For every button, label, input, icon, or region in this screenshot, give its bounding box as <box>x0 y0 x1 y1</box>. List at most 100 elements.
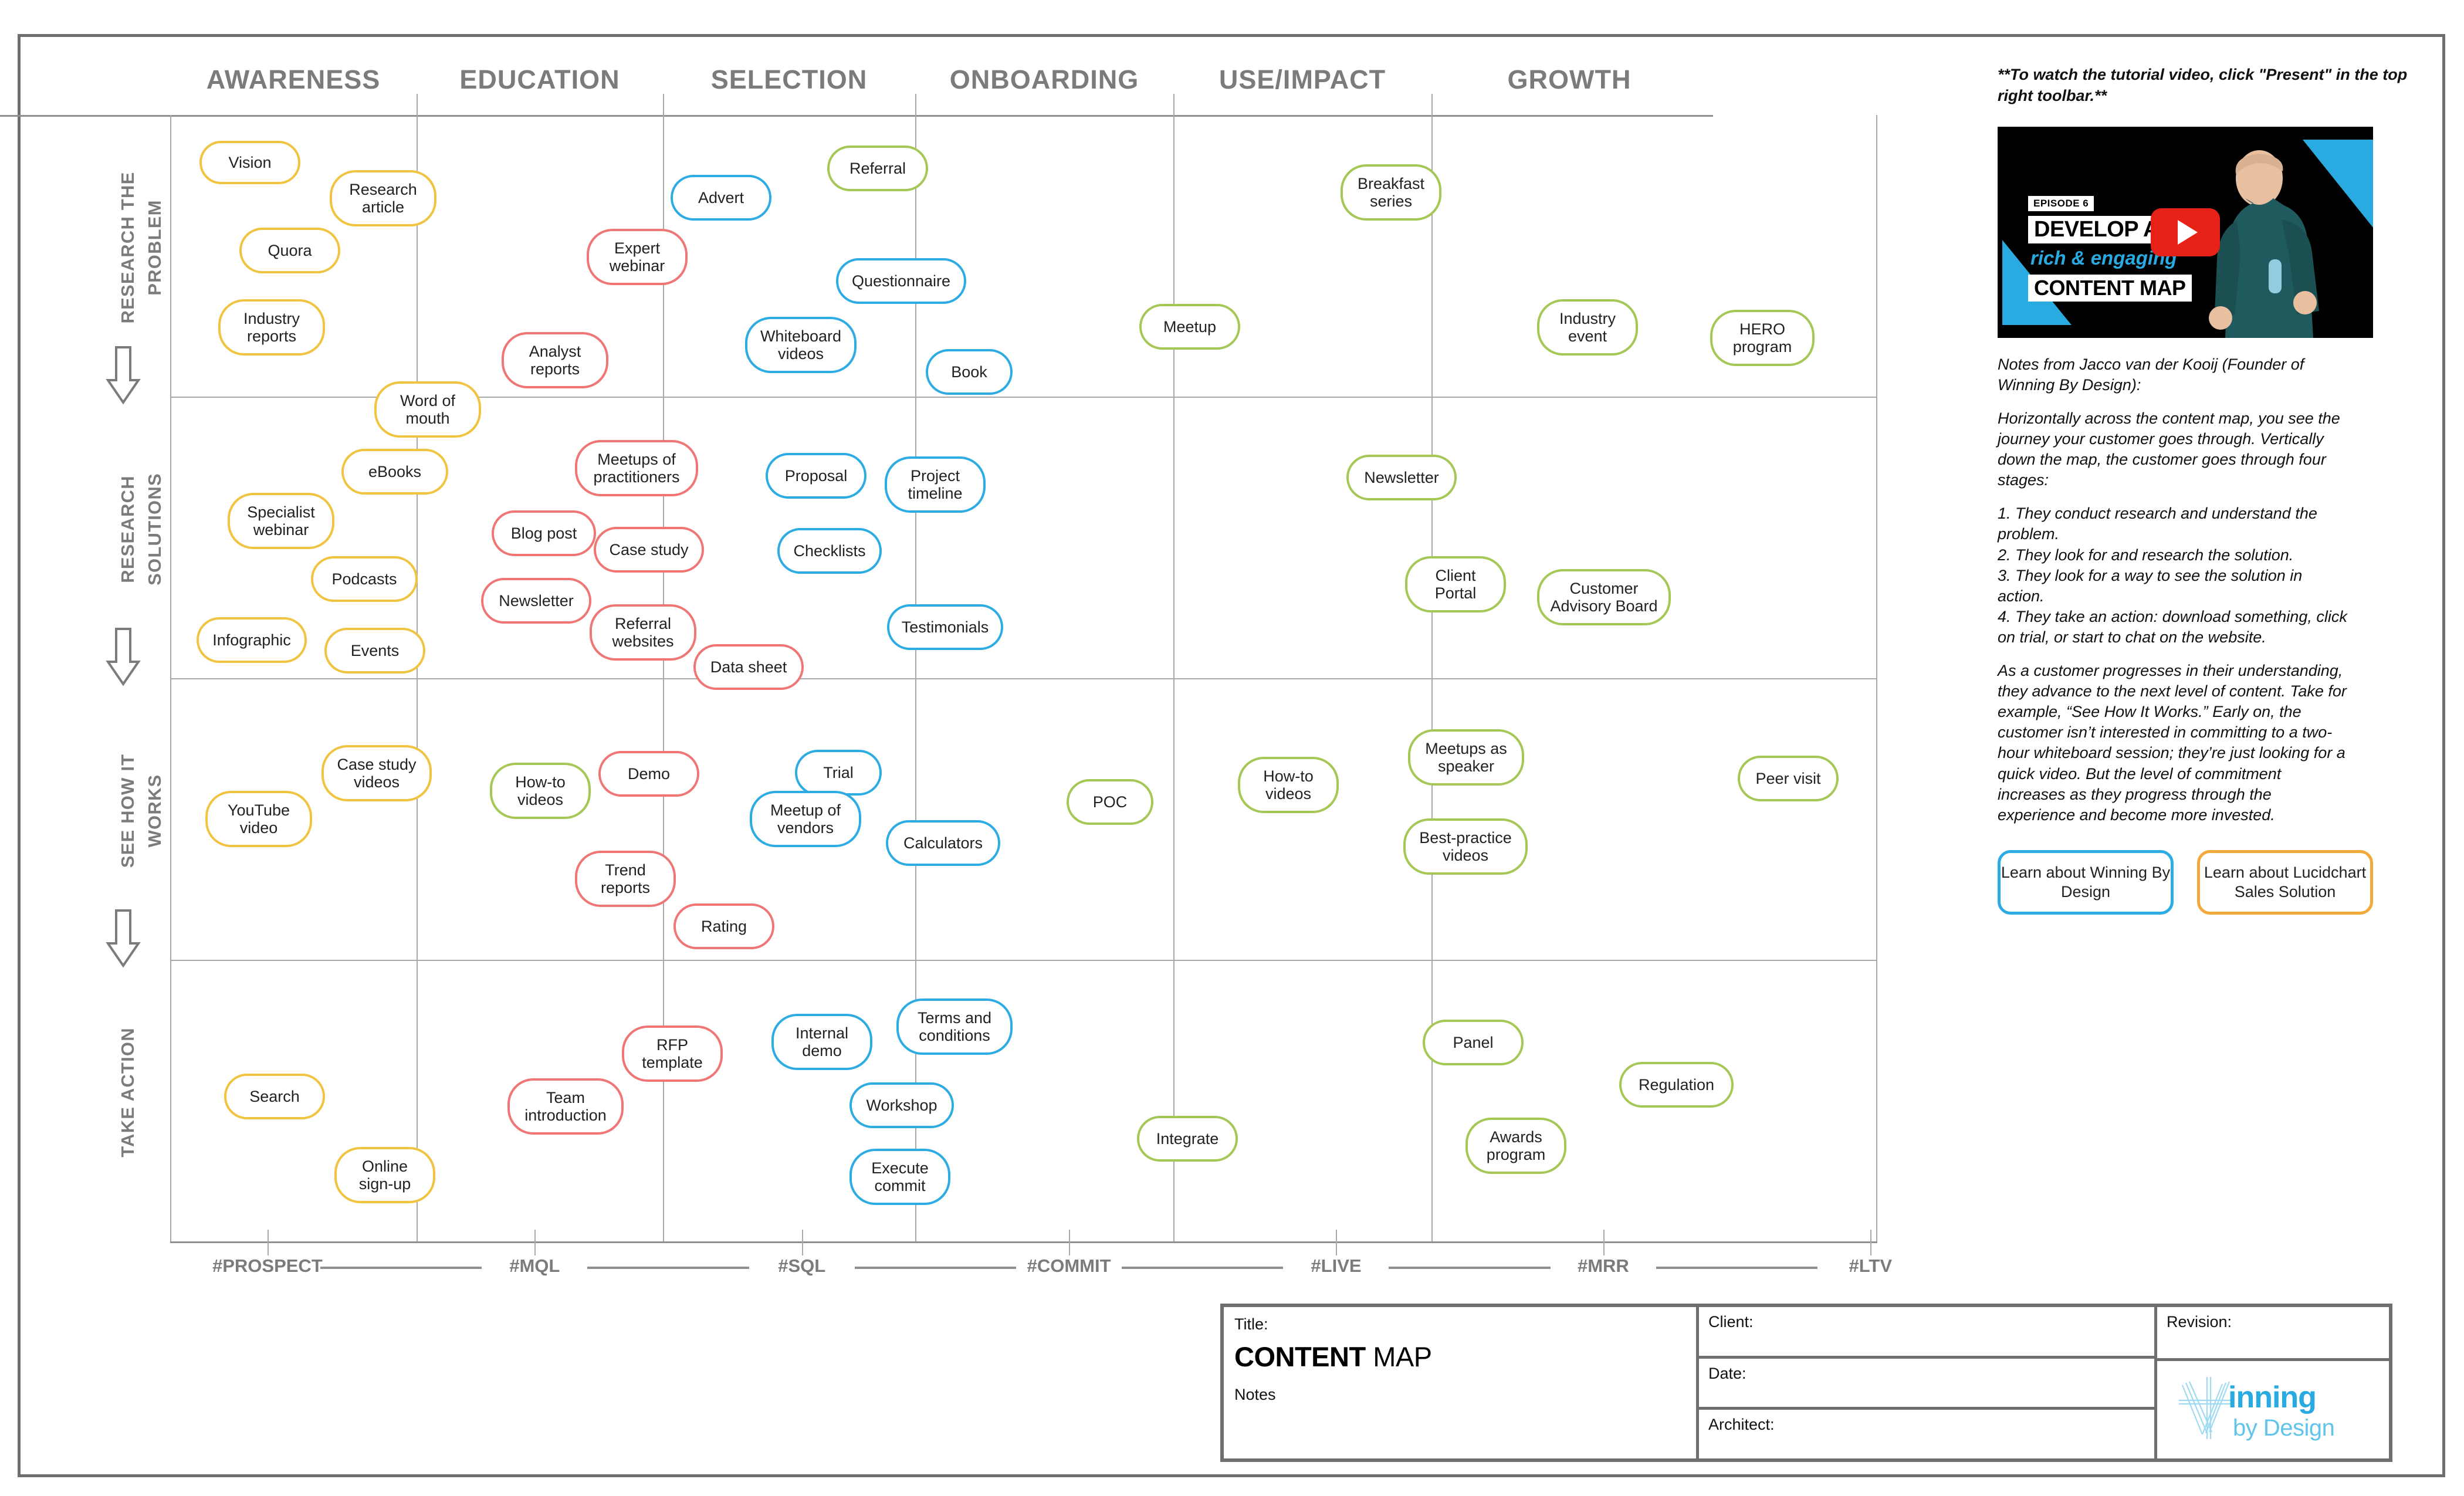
content-pill-checklists[interactable]: Checklists <box>777 528 882 574</box>
content-pill-events[interactable]: Events <box>324 628 425 673</box>
content-pill-industry-reports[interactable]: Industry reports <box>218 299 325 356</box>
content-pill-project-timeline[interactable]: Project timeline <box>885 456 986 513</box>
notes-paragraph: 3. They look for a way to see the soluti… <box>1998 566 2303 605</box>
notes-paragraph: 1. They conduct research and understand … <box>1998 505 2317 543</box>
content-grid <box>170 94 1877 1243</box>
content-pill-podcasts[interactable]: Podcasts <box>311 556 418 602</box>
row-label-research: RESEARCH <box>117 475 138 583</box>
sidebar-button-learn-about-winning-by-design[interactable]: Learn about Winning By Design <box>1998 849 2174 915</box>
content-pill-demo[interactable]: Demo <box>598 751 699 797</box>
content-pill-advert[interactable]: Advert <box>671 175 771 221</box>
column-header-use-impact: USE/IMPACT <box>1219 65 1386 94</box>
client-label: Client: <box>1708 1313 1754 1331</box>
content-pill-whiteboard-videos[interactable]: Whiteboard videos <box>745 317 857 373</box>
content-pill-meetups-of-practitioners[interactable]: Meetups of practitioners <box>575 440 698 496</box>
content-pill-best-practice-videos[interactable]: Best-practice videos <box>1403 818 1528 875</box>
content-pill-case-study-videos[interactable]: Case study videos <box>321 745 432 801</box>
architect-field[interactable]: Architect: <box>1699 1410 2154 1458</box>
content-pill-book[interactable]: Book <box>926 349 1013 395</box>
title-block-middle-column: Client: Date: Architect: <box>1699 1307 2154 1458</box>
content-pill-newsletter[interactable]: Newsletter <box>1346 455 1457 500</box>
content-pill-referral-websites[interactable]: Referral websites <box>590 604 696 661</box>
content-pill-blog-post[interactable]: Blog post <box>492 510 596 556</box>
stage-progression-arrow <box>106 346 141 405</box>
axis-segment <box>587 1267 749 1269</box>
content-pill-specialist-webinar[interactable]: Specialist webinar <box>228 493 334 549</box>
client-field[interactable]: Client: <box>1699 1307 2154 1359</box>
axis-tick <box>1336 1230 1338 1255</box>
content-pill-execute-commit[interactable]: Execute commit <box>849 1149 950 1205</box>
content-pill-word-of-mouth[interactable]: Word of mouth <box>374 381 481 438</box>
content-pill-workshop[interactable]: Workshop <box>849 1082 954 1128</box>
content-pill-rfp-template[interactable]: RFP template <box>622 1025 723 1082</box>
content-pill-data-sheet[interactable]: Data sheet <box>693 644 804 690</box>
content-pill-youtube-video[interactable]: YouTube video <box>205 791 312 847</box>
content-pill-internal-demo[interactable]: Internal demo <box>771 1014 872 1070</box>
content-pill-rating[interactable]: Rating <box>673 903 774 949</box>
content-pill-questionnaire[interactable]: Questionnaire <box>836 258 966 304</box>
content-pill-quora[interactable]: Quora <box>239 228 340 273</box>
svg-text:inning: inning <box>2228 1380 2316 1414</box>
axis-segment <box>320 1267 482 1269</box>
row-label-research-the: RESEARCH THE <box>117 171 138 324</box>
sidebar: **To watch the tutorial video, click "Pr… <box>1998 65 2408 915</box>
content-pill-trial[interactable]: Trial <box>795 750 882 796</box>
axis-label-ltv: #LTV <box>1849 1255 1893 1276</box>
content-pill-meetup[interactable]: Meetup <box>1139 304 1240 350</box>
document-title: CONTENT MAP <box>1234 1341 1685 1373</box>
content-pill-integrate[interactable]: Integrate <box>1137 1116 1238 1162</box>
content-pill-breakfast-series[interactable]: Breakfast series <box>1341 164 1441 221</box>
axis-tick <box>1870 1230 1872 1255</box>
document-title-light: MAP <box>1365 1341 1432 1372</box>
content-pill-how-to-videos[interactable]: How-to videos <box>490 763 591 819</box>
sidebar-button-learn-about-lucidchart-sales-solution[interactable]: Learn about Lucidchart Sales Solution <box>2197 849 2373 915</box>
axis-tick <box>1603 1230 1605 1255</box>
notes-paragraph: 2. They look for and research the soluti… <box>1998 546 2294 564</box>
content-pill-team-introduction[interactable]: Team introduction <box>507 1078 624 1135</box>
content-pill-newsletter[interactable]: Newsletter <box>481 578 591 624</box>
content-pill-trend-reports[interactable]: Trend reports <box>575 851 676 907</box>
content-pill-hero-program[interactable]: HERO program <box>1710 310 1815 366</box>
content-pill-proposal[interactable]: Proposal <box>766 453 867 499</box>
notes-paragraph: As a customer progresses in their unders… <box>1998 662 2347 824</box>
content-pill-client-portal[interactable]: Client Portal <box>1405 556 1506 612</box>
axis-segment <box>1122 1267 1284 1269</box>
content-pill-infographic[interactable]: Infographic <box>197 617 307 663</box>
content-pill-panel[interactable]: Panel <box>1423 1020 1524 1065</box>
content-pill-search[interactable]: Search <box>224 1074 325 1119</box>
content-pill-expert-webinar[interactable]: Expert webinar <box>587 229 688 285</box>
content-pill-case-study[interactable]: Case study <box>594 527 704 573</box>
content-pill-awards-program[interactable]: Awards program <box>1465 1118 1566 1174</box>
content-pill-ebooks[interactable]: eBooks <box>341 449 448 495</box>
content-pill-vision[interactable]: Vision <box>199 141 300 184</box>
content-pill-poc[interactable]: POC <box>1067 779 1153 825</box>
content-pill-meetups-as-speaker[interactable]: Meetups as speaker <box>1408 729 1524 786</box>
video-title-line3: CONTENT MAP <box>2028 274 2192 302</box>
notes-text: Notes from Jacco van der Kooij (Founder … <box>1998 354 2350 825</box>
video-title-line1: DEVELOP A <box>2028 215 2165 243</box>
content-pill-how-to-videos[interactable]: How-to videos <box>1238 757 1339 813</box>
content-pill-online-sign-up[interactable]: Online sign-up <box>334 1147 435 1203</box>
content-pill-calculators[interactable]: Calculators <box>886 820 1000 866</box>
sidebar-buttons: Learn about Winning By Design Learn about… <box>1998 849 2408 915</box>
row-label-solutions: SOLUTIONS <box>144 472 165 585</box>
content-pill-research-article[interactable]: Research article <box>330 170 436 226</box>
winning-by-design-logo: inning by Design <box>2157 1361 2389 1458</box>
content-pill-peer-visit[interactable]: Peer visit <box>1738 756 1839 801</box>
play-icon[interactable] <box>2151 208 2220 256</box>
tutorial-video-thumbnail[interactable]: EPISODE 6 DEVELOP A rich & engaging CONT… <box>1998 126 2373 338</box>
date-field[interactable]: Date: <box>1699 1359 2154 1410</box>
content-pill-industry-event[interactable]: Industry event <box>1537 299 1638 356</box>
axis-segment <box>1389 1267 1551 1269</box>
revision-field[interactable]: Revision: <box>2157 1307 2389 1361</box>
content-pill-meetup-of-vendors[interactable]: Meetup of vendors <box>750 791 861 847</box>
content-pill-terms-and-conditions[interactable]: Terms and conditions <box>896 999 1013 1055</box>
document-title-bold: CONTENT <box>1234 1341 1366 1372</box>
content-pill-regulation[interactable]: Regulation <box>1619 1062 1734 1108</box>
content-pill-analyst-reports[interactable]: Analyst reports <box>502 332 608 388</box>
content-pill-testimonials[interactable]: Testimonials <box>887 604 1003 650</box>
row-label-see-how-it: SEE HOW IT <box>117 753 138 868</box>
axis-label-mrr: #MRR <box>1577 1255 1629 1276</box>
content-pill-customer-advisory-board[interactable]: Customer Advisory Board <box>1537 569 1671 625</box>
content-pill-referral[interactable]: Referral <box>827 145 928 191</box>
